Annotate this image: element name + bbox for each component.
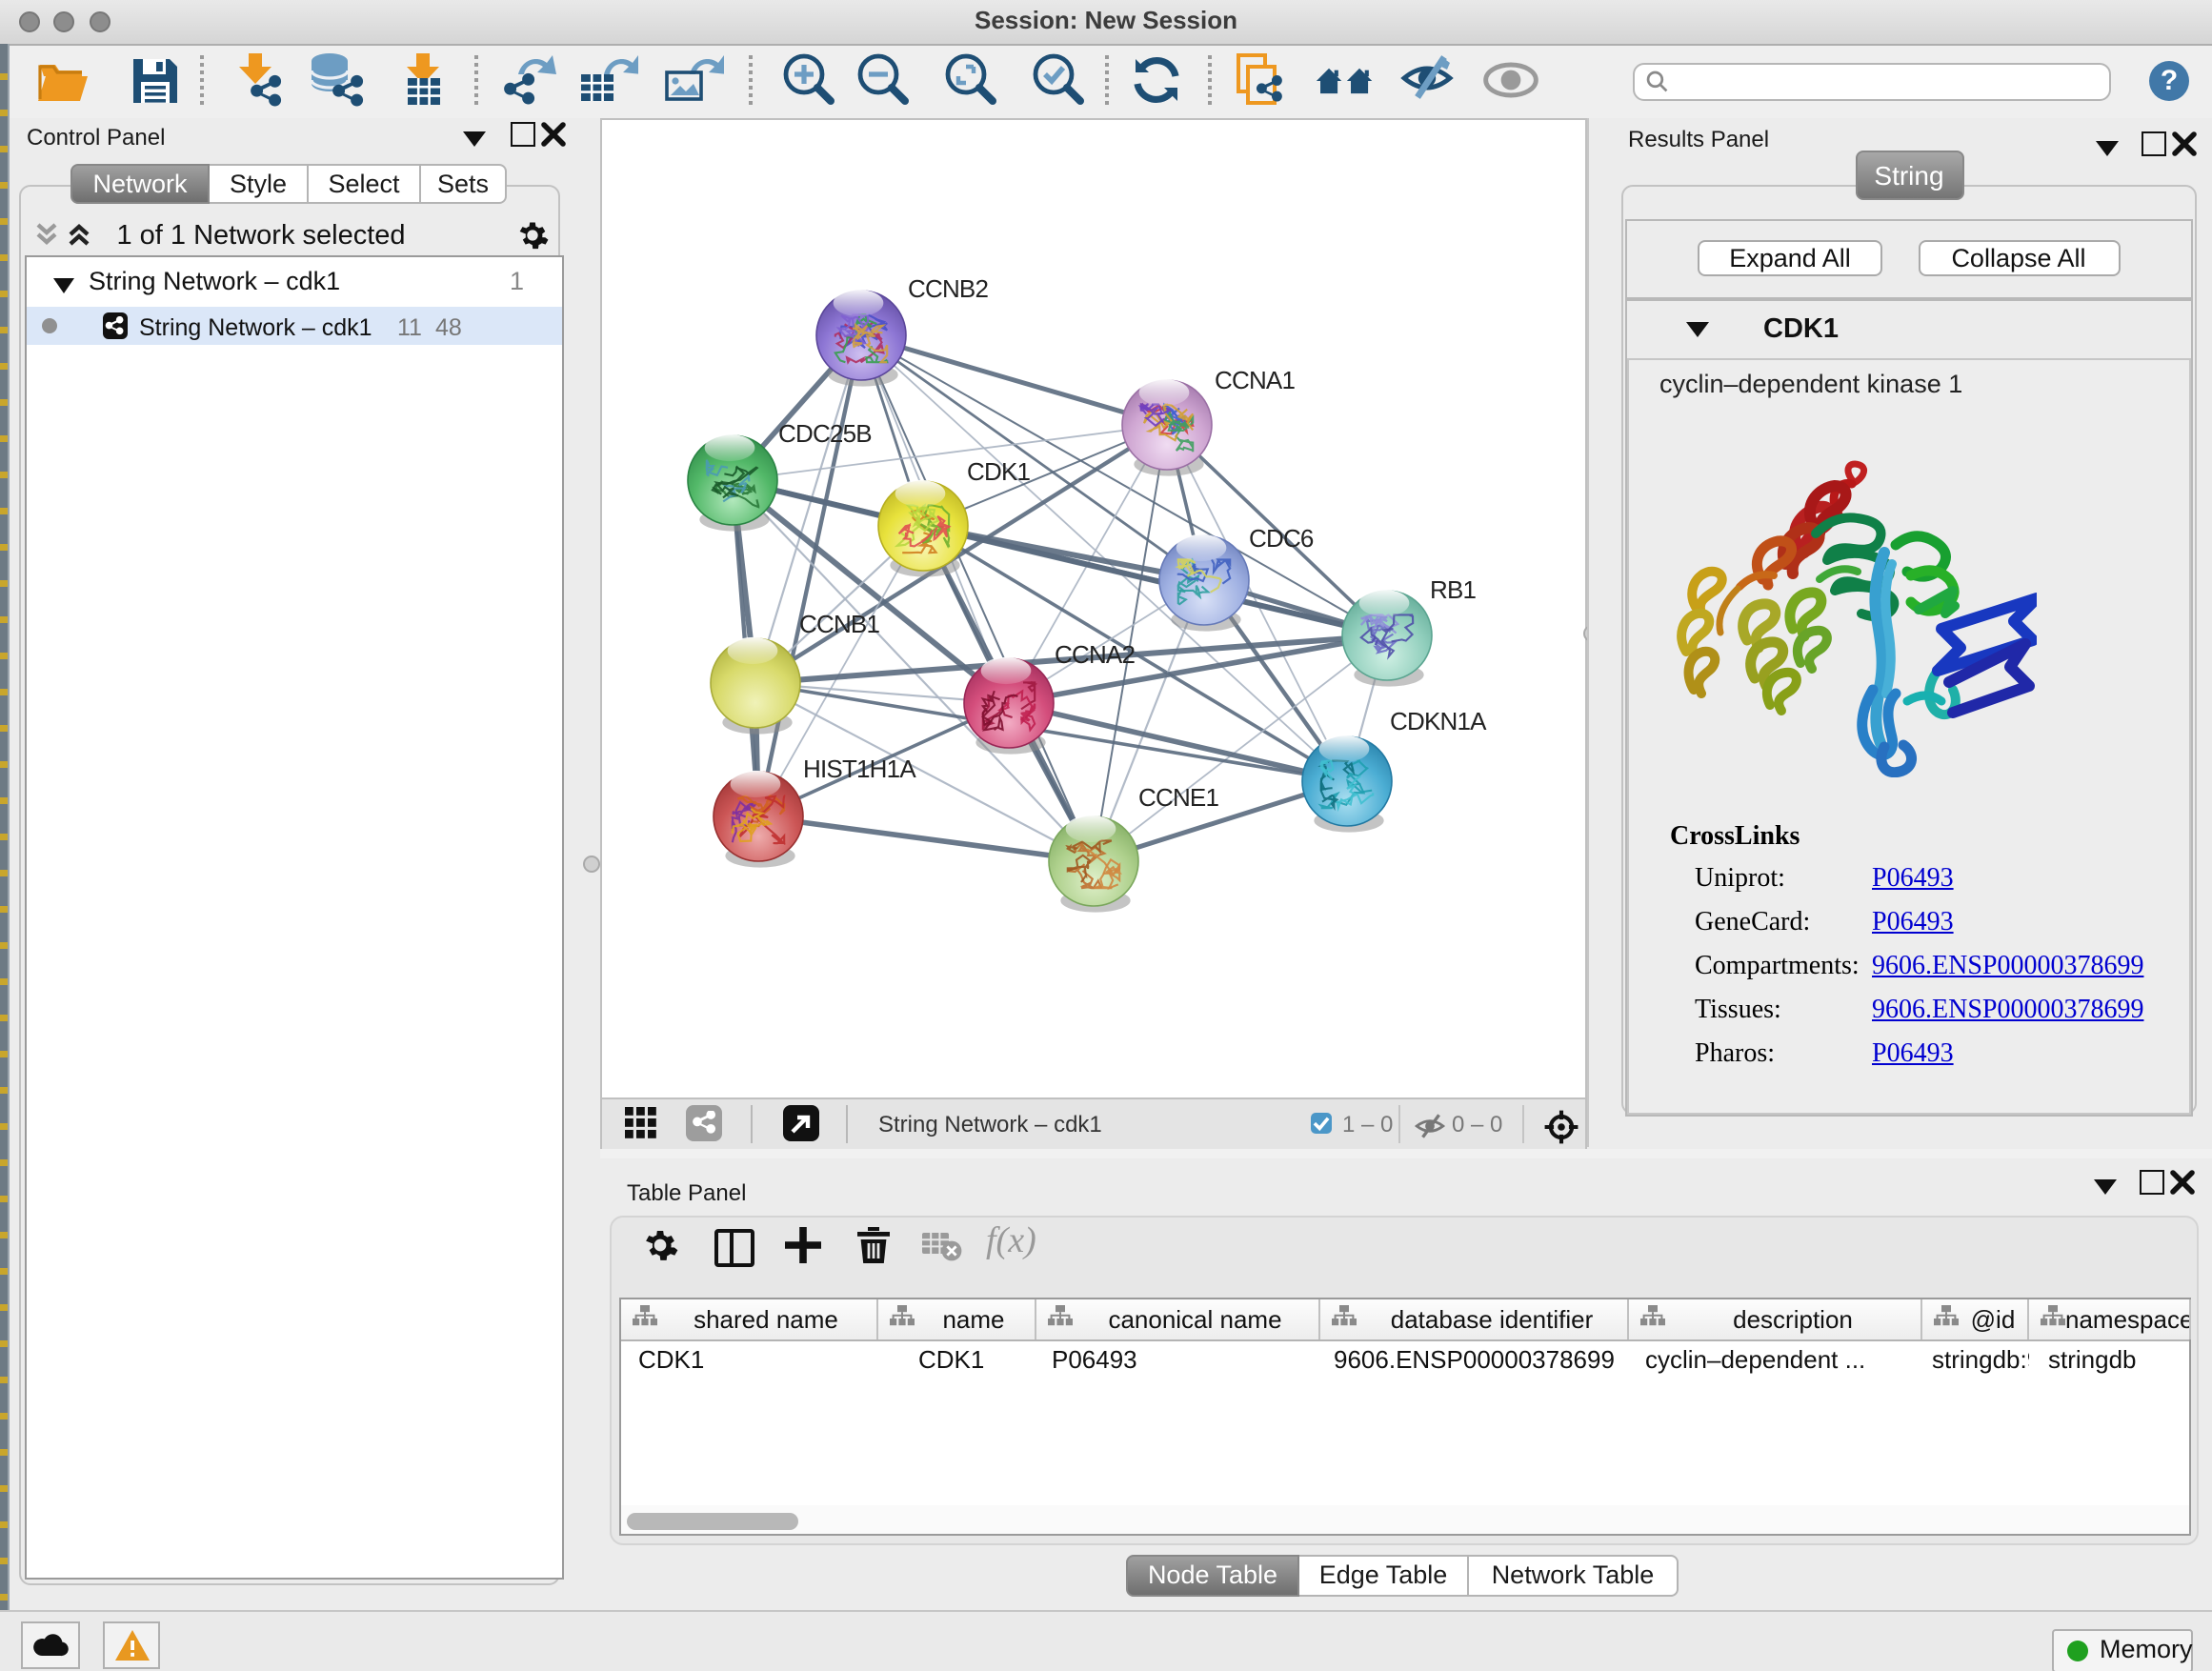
svg-text:CCNE1: CCNE1 — [1137, 783, 1217, 812]
svg-text:HIST1H1A: HIST1H1A — [802, 755, 915, 783]
svg-text:CCNB2: CCNB2 — [907, 274, 987, 303]
svg-text:CCNA1: CCNA1 — [1214, 366, 1294, 394]
svg-text:CDC25B: CDC25B — [777, 419, 871, 448]
svg-text:CCNB1: CCNB1 — [798, 610, 878, 638]
svg-text:RB1: RB1 — [1429, 575, 1476, 604]
svg-text:CCNA2: CCNA2 — [1054, 640, 1134, 669]
svg-text:CDC6: CDC6 — [1248, 524, 1313, 553]
svg-text:CDKN1A: CDKN1A — [1389, 707, 1486, 735]
svg-text:CDK1: CDK1 — [966, 457, 1029, 486]
